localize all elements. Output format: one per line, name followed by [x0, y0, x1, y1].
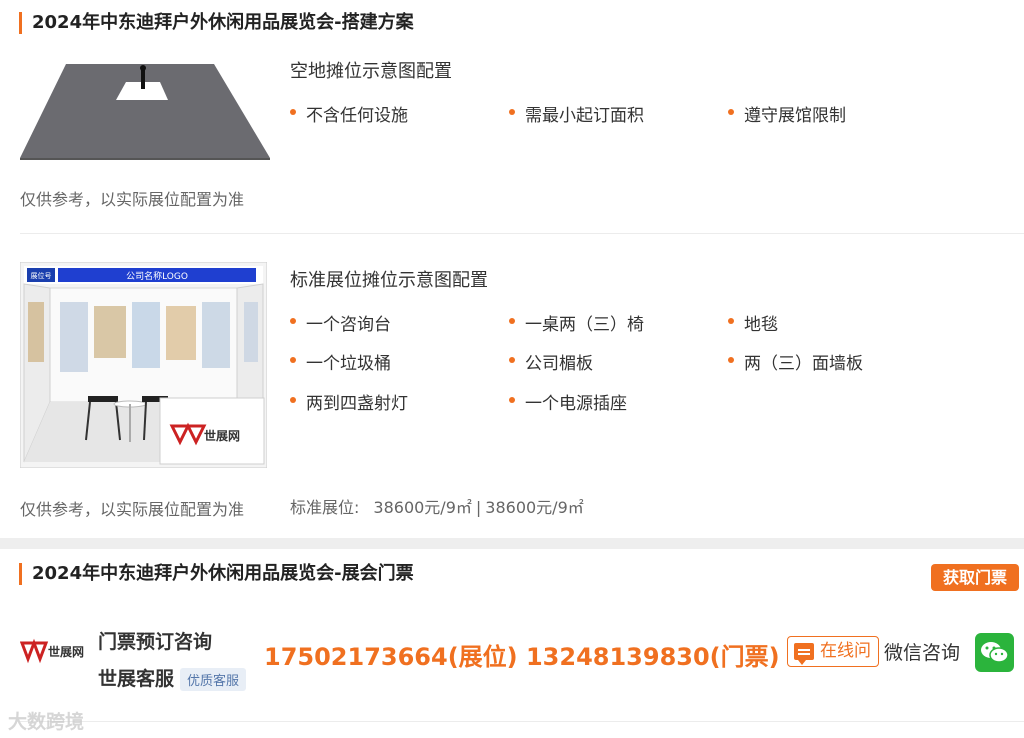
booth-setup-card: 2024年中东迪拜户外休闲用品展览会-搭建方案 空地摊位示意图配置 不含任何设施…	[0, 0, 1024, 538]
feature-item: 地毯	[728, 310, 778, 335]
booth-number-label: 展位号	[31, 271, 52, 280]
feature-item: 一个垃圾桶	[290, 349, 391, 374]
fascia-text: 公司名称LOGO	[126, 270, 188, 282]
watermark: 大数跨境	[8, 711, 85, 733]
online-consult-button[interactable]: 在线问	[787, 636, 879, 667]
feature-item: 一个咨询台	[290, 310, 391, 335]
brand-logo: 世展网	[19, 637, 96, 667]
price-value-2: 38600元/9㎡	[485, 498, 584, 517]
price-separator: |	[475, 498, 482, 517]
feature-item: 一个电源插座	[509, 389, 627, 414]
feature-item: 一桌两（三）椅	[509, 310, 644, 335]
chat-bubble-icon	[794, 643, 814, 665]
feature-item: 需最小起订面积	[509, 101, 644, 126]
raw-space-image	[20, 62, 270, 160]
section-title-setup: 2024年中东迪拜户外休闲用品展览会-搭建方案	[19, 12, 414, 34]
phone-numbers[interactable]: 17502173664(展位) 13248139830(门票)	[264, 637, 780, 672]
feature-item: 两到四盏射灯	[290, 389, 408, 414]
section-title-ticket: 2024年中东迪拜户外休闲用品展览会-展会门票	[19, 563, 414, 585]
service-name: 世展客服 优质客服	[98, 664, 247, 691]
get-ticket-button[interactable]: 获取门票	[930, 564, 1019, 591]
feature-item: 公司楣板	[509, 349, 593, 374]
standard-booth-price: 标准展位: 38600元/9㎡ | 38600元/9㎡	[290, 494, 584, 518]
divider	[20, 233, 1024, 234]
divider	[20, 721, 1024, 722]
logo-text: 世展网	[48, 644, 84, 659]
service-name-text: 世展客服	[98, 668, 175, 690]
feature-item: 不含任何设施	[290, 101, 408, 126]
price-label: 标准展位:	[290, 498, 360, 517]
price-value-1: 38600元/9㎡	[373, 498, 472, 517]
wechat-consult-label: 微信咨询	[884, 642, 961, 664]
online-consult-label: 在线问	[820, 641, 871, 661]
feature-item: 遵守展馆限制	[728, 101, 846, 126]
service-badge: 优质客服	[180, 668, 247, 691]
standard-booth-caption: 仅供参考，以实际展位配置为准	[20, 500, 245, 519]
standard-booth-config-title: 标准展位摊位示意图配置	[290, 270, 488, 291]
standard-booth-image: 展位号 公司名称LOGO 世展网	[19, 261, 268, 469]
service-title: 门票预订咨询	[98, 631, 213, 653]
counter-brand-text: 世展网	[204, 428, 240, 443]
feature-item: 两（三）面墙板	[728, 349, 863, 374]
raw-space-config-title: 空地摊位示意图配置	[290, 61, 452, 82]
wechat-icon[interactable]	[975, 633, 1014, 672]
raw-space-caption: 仅供参考，以实际展位配置为准	[20, 190, 245, 209]
ticket-card: 2024年中东迪拜户外休闲用品展览会-展会门票 获取门票 世展网 门票预订咨询 …	[0, 549, 1024, 738]
